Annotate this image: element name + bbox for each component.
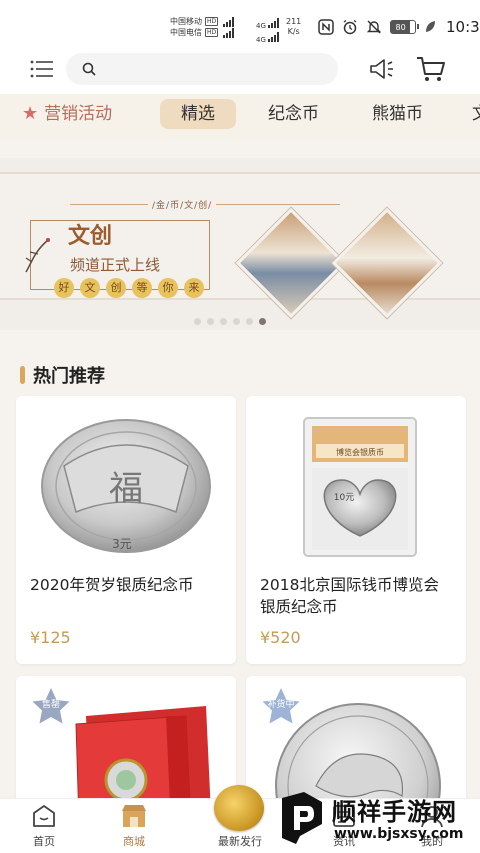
carousel-dot-active[interactable] [259,318,266,325]
store-icon [122,805,146,827]
tab-promotions-label: 营销活动 [44,104,113,124]
coin-icon [214,785,264,831]
nav-home[interactable]: 首页 [4,799,84,853]
speed-unit: K/s [287,27,300,36]
network-1-label: 4G [256,22,266,30]
alarm-icon [343,19,357,35]
banner-tag: 来 [184,278,204,298]
battery-icon: 80 [390,20,419,34]
carrier-2-label: 中国电信 [170,28,202,37]
star-icon: ★ [22,103,39,124]
product-name: 2020年贺岁银质纪念币 [30,576,194,594]
product-image: 福 3元 [41,419,211,553]
carousel-dot[interactable] [233,318,240,325]
product-price: ¥520 [260,628,301,647]
carousel-dot[interactable] [220,318,227,325]
nfc-icon [318,19,334,35]
hd-badge: HD [205,17,219,26]
battery-level: 80 [391,21,411,33]
banner-tag: 文 [80,278,100,298]
network-2-label: 4G [256,36,266,44]
banner-product-image [331,207,443,319]
carousel-dot[interactable] [246,318,253,325]
cart-icon[interactable] [416,55,446,83]
banner-product-image [235,207,347,319]
plum-branch-icon [25,238,50,273]
slab-label: 博览会银质币 [336,447,384,457]
speed-value: 211 [286,17,302,26]
section-accent-bar [20,366,25,384]
banner-tag: 等 [132,278,152,298]
category-tabs: ★ 营销活动 精选 纪念币 熊猫币 文 [0,94,480,138]
signal-icon [267,18,279,28]
hd-badge: HD [205,28,219,37]
tab-featured[interactable]: 精选 [160,99,236,129]
watermark-logo-icon [282,792,322,844]
product-price: ¥125 [30,628,71,647]
signal-icon [267,32,279,42]
banner-title: 文创 [68,223,113,249]
nav-new-releases-label: 最新发行 [218,835,262,848]
mute-icon [366,20,382,34]
banner-tag: 你 [158,278,178,298]
tab-panda-coins[interactable]: 熊猫币 [372,99,423,129]
status-bar: 中国移动 HD 中国电信 HD 4G 4G 211 K/s 80 10:39 [0,0,480,44]
carousel-dot[interactable] [194,318,201,325]
menu-icon[interactable] [30,60,54,78]
banner-tags: 好 文 创 等 你 来 [54,278,204,298]
nav-new-releases[interactable]: 最新发行 [200,785,280,853]
network-type: 4G 4G [256,18,279,46]
home-icon [33,805,55,827]
restocking-label: 补货中 [267,700,295,710]
nav-home-label: 首页 [33,835,55,848]
carrier-info: 中国移动 HD 中国电信 HD [170,16,235,38]
signal-icon [223,27,235,38]
coin-character: 福 [109,469,143,509]
sold-out-label: 售罄 [41,700,60,710]
banner-tag: 创 [106,278,126,298]
status-icons: 80 10:39 [318,18,480,36]
tab-commemorative-coins[interactable]: 纪念币 [268,99,319,129]
coin-denomination: 3元 [112,537,132,551]
carousel-dot[interactable] [207,318,214,325]
promo-banner[interactable]: /金/币/文/创/ 文创 频道正式上线 好 文 创 等 你 来 [0,158,480,330]
section-title: 热门推荐 [33,366,105,387]
banner-top-label: /金/币/文/创/ [148,198,217,211]
coin-denomination: 10元 [334,493,354,503]
product-name: 2018北京国际钱币博览会银质纪念币 [260,576,439,616]
product-image: 博览会银质币 10元 [303,417,417,557]
banner-tag: 好 [54,278,74,298]
product-card[interactable]: 博览会银质币 10元 2018北京国际钱币博览会银质纪念币 ¥520 [246,396,466,664]
speaker-icon[interactable] [369,58,395,80]
search-input[interactable] [66,53,338,85]
site-watermark: 顺祥手游网 www.bjsxsy.com [276,786,480,853]
nav-mall-label: 商城 [123,835,145,848]
tab-promotions[interactable]: ★ 营销活动 [22,99,112,129]
carousel-dots [194,318,266,325]
product-card[interactable]: 福 3元 2020年贺岁银质纪念币 ¥125 [16,396,236,664]
section-header: 热门推荐 [20,362,105,388]
header [0,44,480,94]
banner-subtitle: 频道正式上线 [70,256,161,274]
watermark-title: 顺祥手游网 [332,798,457,826]
tab-cultural[interactable]: 文 [472,99,480,129]
watermark-url: www.bjsxsy.com [334,826,464,842]
banner-slide: /金/币/文/创/ 文创 频道正式上线 好 文 创 等 你 来 [0,172,480,319]
clock: 10:39 [446,18,480,36]
nav-mall[interactable]: 商城 [94,799,174,853]
signal-icon [223,16,235,27]
search-icon [82,62,96,76]
network-speed: 211 K/s [286,17,301,37]
leaf-icon [426,21,435,32]
carrier-1-label: 中国移动 [170,17,202,26]
